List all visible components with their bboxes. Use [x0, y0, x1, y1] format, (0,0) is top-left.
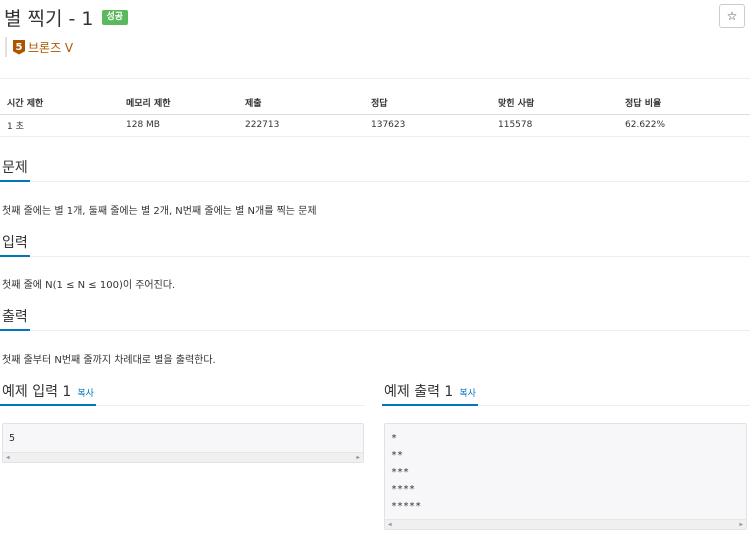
title-row: 별 찍기 - 1 성공 — [4, 4, 129, 30]
example-output-line: ** — [391, 450, 404, 461]
header-submissions: 제출 — [238, 92, 364, 115]
scroll-right-icon[interactable]: ▶ — [356, 454, 360, 461]
description-text: 첫째 줄에는 별 1개, 둘째 줄에는 별 2개, N번째 줄에는 별 N개를 … — [2, 206, 317, 217]
example-output-heading: 예제 출력 1 복사 — [382, 380, 478, 406]
scroll-left-icon[interactable]: ◀ — [388, 521, 392, 528]
solvers-value[interactable]: 115578 — [491, 114, 618, 137]
description-heading: 문제 — [0, 156, 30, 182]
example-output-title: 예제 출력 1 — [384, 384, 454, 400]
ratio-value: 62.622% — [618, 114, 750, 137]
header-ratio: 정답 비율 — [618, 92, 750, 115]
result-badge: 성공 — [101, 9, 129, 25]
horizontal-scrollbar[interactable]: ◀ ▶ — [385, 519, 746, 529]
bronze-tier-icon: 5 — [13, 39, 25, 55]
scroll-left-icon[interactable]: ◀ — [6, 454, 10, 461]
problem-title: 별 찍기 - 1 — [4, 7, 94, 30]
example-input-heading: 예제 입력 1 복사 — [0, 380, 96, 406]
copy-output-button[interactable]: 복사 — [459, 382, 476, 406]
output-section-header: 출력 — [0, 305, 750, 331]
divider — [0, 78, 750, 79]
input-heading: 입력 — [0, 231, 30, 257]
header-time-limit: 시간 제한 — [0, 92, 119, 115]
example-output-box[interactable]: * ** *** **** ***** ◀ ▶ — [384, 423, 747, 530]
memory-limit-value: 128 MB — [119, 114, 238, 137]
header-memory-limit: 메모리 제한 — [119, 92, 238, 115]
output-heading: 출력 — [0, 305, 30, 331]
description-section-header: 문제 — [0, 156, 750, 182]
example-input-line: 5 — [9, 433, 16, 444]
horizontal-scrollbar[interactable]: ◀ ▶ — [3, 452, 363, 462]
header-accepted: 정답 — [364, 92, 491, 115]
example-input-header: 예제 입력 1 복사 — [0, 380, 365, 406]
problem-info-table: 시간 제한 메모리 제한 제출 정답 맞힌 사람 정답 비율 1 초 128 M… — [0, 92, 750, 137]
copy-input-button[interactable]: 복사 — [77, 382, 94, 406]
example-input-title: 예제 입력 1 — [2, 384, 72, 400]
star-icon: ☆ — [726, 9, 738, 23]
submissions-value[interactable]: 222713 — [238, 114, 364, 137]
table-row: 1 초 128 MB 222713 137623 115578 62.622% — [0, 114, 750, 137]
example-output-line: * — [391, 433, 398, 444]
output-text: 첫째 줄부터 N번째 줄까지 차례대로 별을 출력한다. — [2, 355, 216, 366]
header-solvers: 맞힌 사람 — [491, 92, 618, 115]
input-text: 첫째 줄에 N(1 ≤ N ≤ 100)이 주어진다. — [2, 280, 176, 291]
accepted-value[interactable]: 137623 — [364, 114, 491, 137]
example-output-header: 예제 출력 1 복사 — [382, 380, 750, 406]
input-section-header: 입력 — [0, 231, 750, 257]
time-limit-value: 1 초 — [0, 114, 119, 137]
star-button[interactable]: ☆ — [719, 4, 745, 28]
example-input-box[interactable]: 5 ◀ ▶ — [2, 423, 364, 463]
tier-text: 브론즈 V — [28, 40, 74, 55]
scroll-right-icon[interactable]: ▶ — [739, 521, 743, 528]
table-header-row: 시간 제한 메모리 제한 제출 정답 맞힌 사람 정답 비율 — [0, 92, 750, 115]
example-output-line: *** — [391, 467, 410, 478]
tier-label[interactable]: 5 브론즈 V — [5, 37, 73, 57]
example-output-line: ***** — [391, 501, 422, 512]
example-output-line: **** — [391, 484, 416, 495]
